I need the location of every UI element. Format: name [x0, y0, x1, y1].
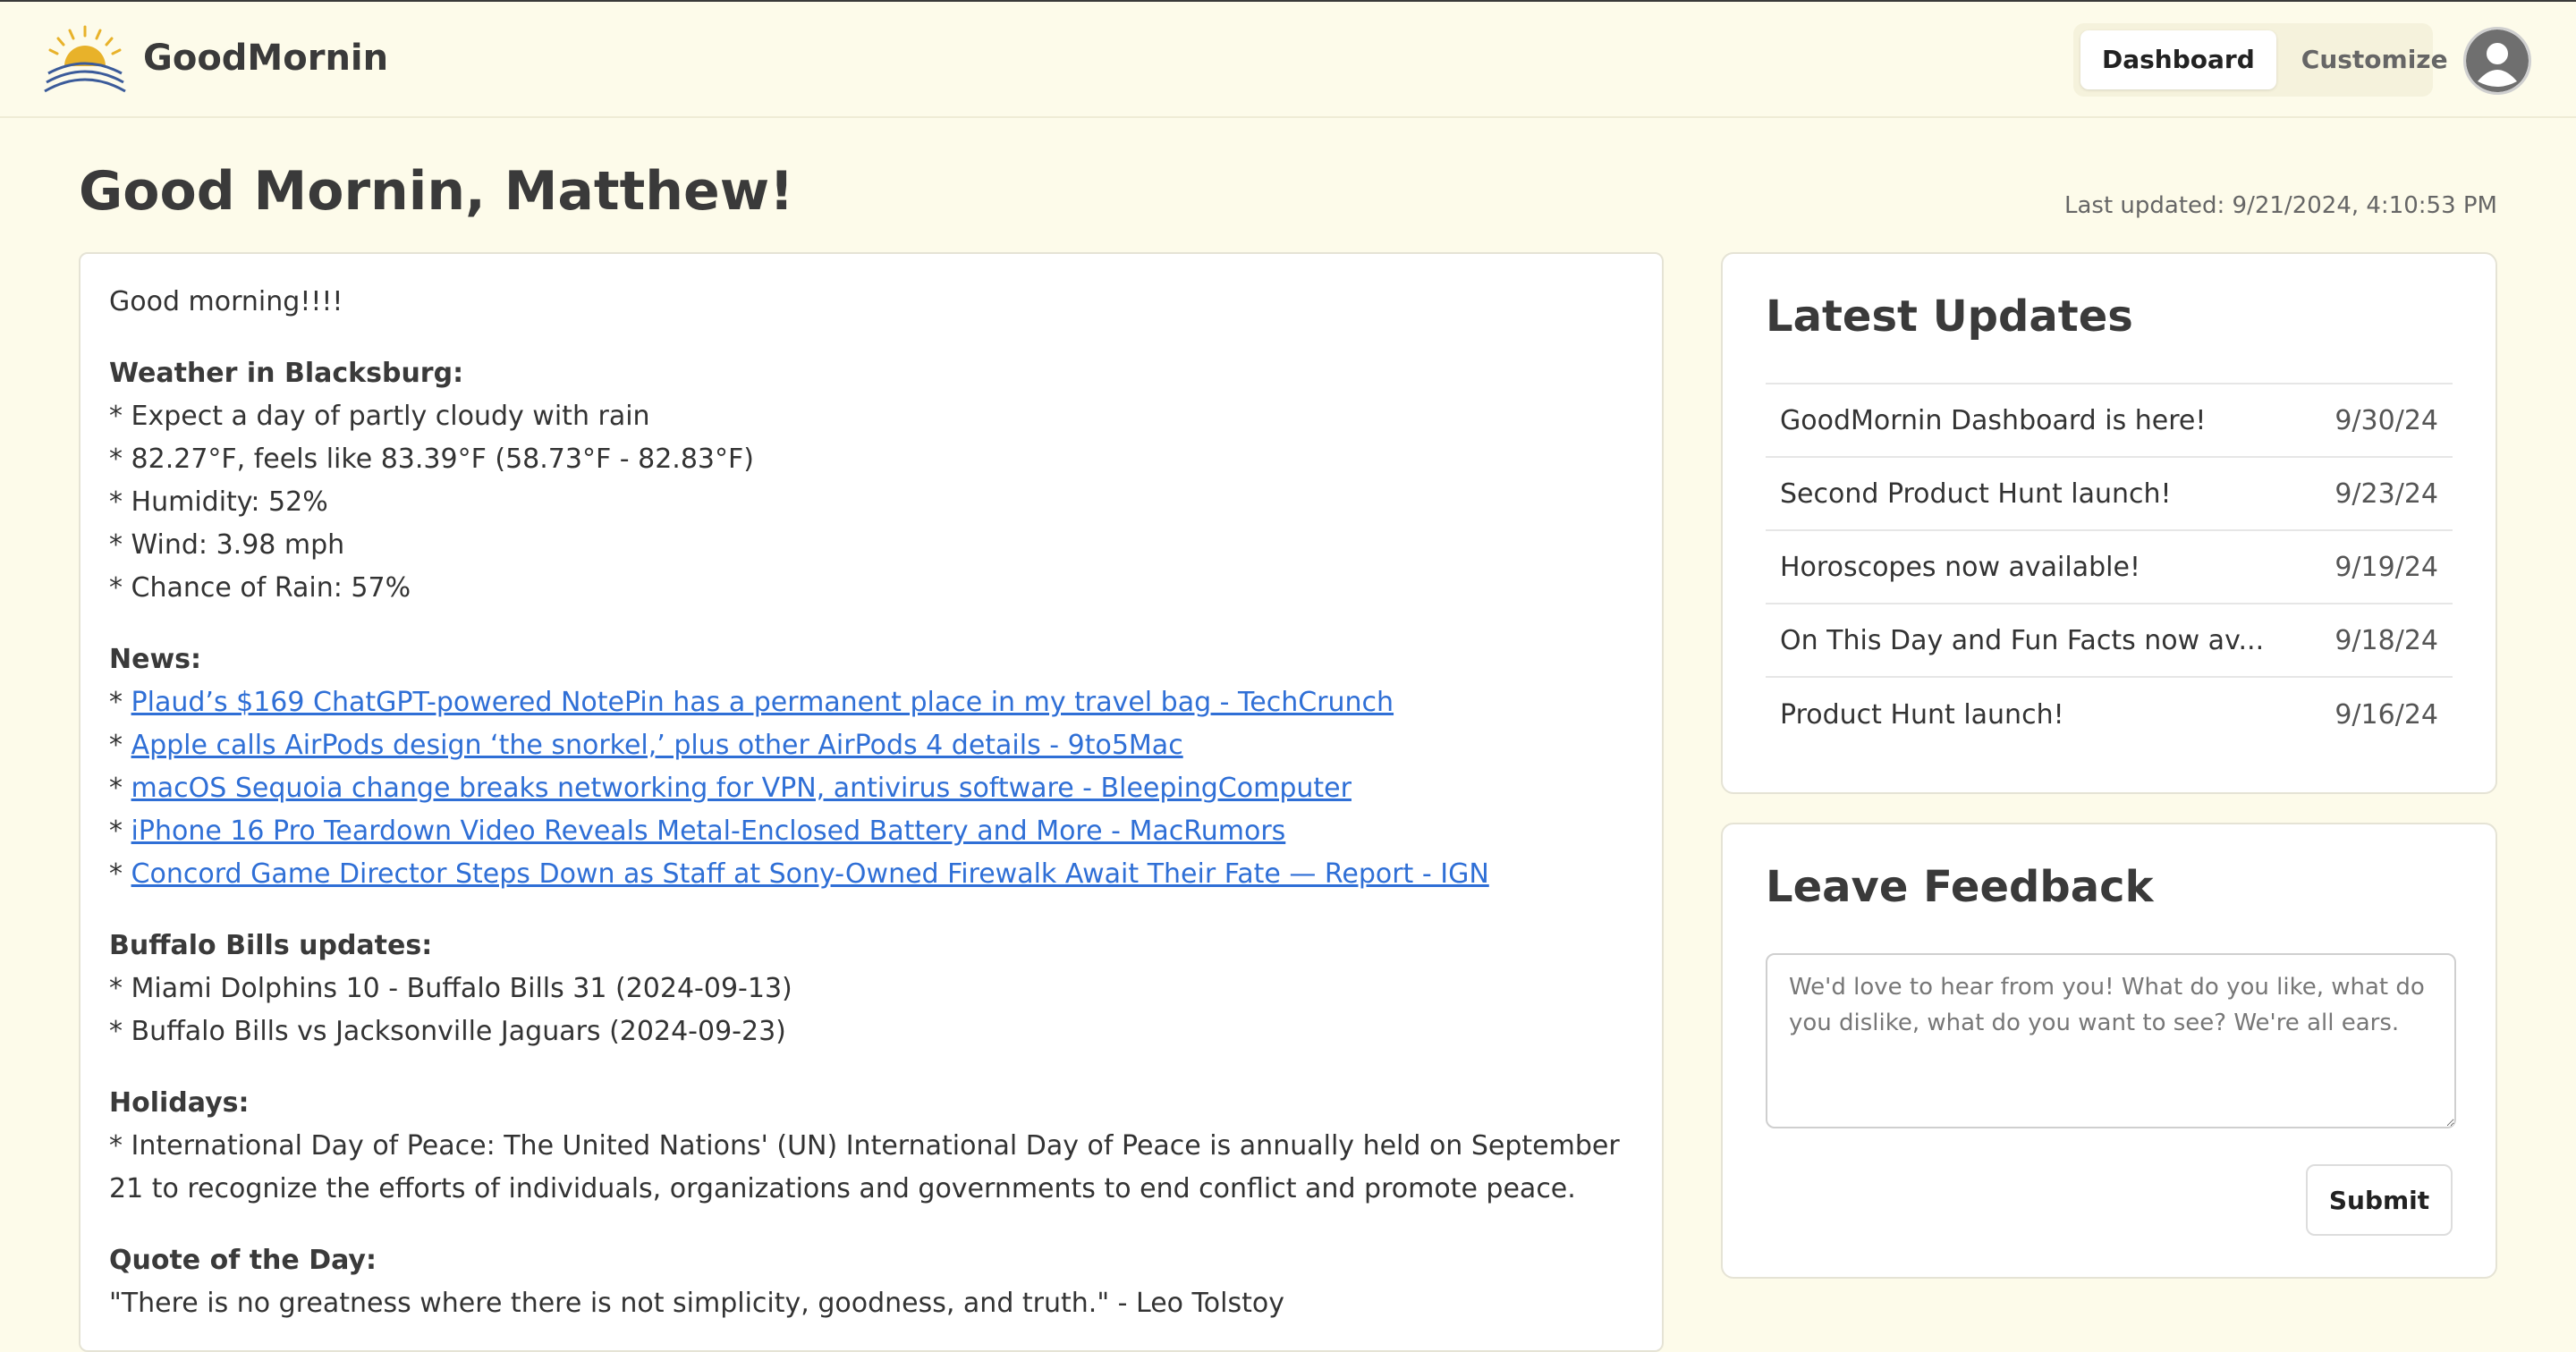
tab-customize[interactable]: Customize: [2280, 30, 2470, 89]
bills-line: * Miami Dolphins 10 - Buffalo Bills 31 (…: [109, 973, 792, 1004]
weather-line: * Wind: 3.98 mph: [109, 529, 345, 561]
brand-name[interactable]: GoodMornin: [143, 36, 388, 80]
holidays-heading: Holidays:: [109, 1087, 250, 1119]
bullet: *: [109, 773, 131, 804]
bullet: *: [109, 687, 131, 718]
update-row[interactable]: GoodMornin Dashboard is here! 9/30/24: [1766, 384, 2453, 458]
weather-section: Weather in Blacksburg: * Expect a day of…: [109, 352, 1633, 610]
news-link[interactable]: Apple calls AirPods design ‘the snorkel,…: [131, 730, 1183, 761]
tab-dashboard[interactable]: Dashboard: [2080, 30, 2276, 89]
news-item: * Concord Game Director Steps Down as St…: [109, 853, 1633, 896]
news-link[interactable]: Concord Game Director Steps Down as Staf…: [131, 858, 1489, 890]
feedback-card: Leave Feedback Submit: [1721, 823, 2497, 1279]
weather-line: * Chance of Rain: 57%: [109, 572, 411, 604]
page-title: Good Mornin, Matthew!: [79, 160, 794, 223]
news-section: News: * Plaud’s $169 ChatGPT-powered Not…: [109, 638, 1633, 896]
update-date: 9/19/24: [2334, 551, 2438, 583]
intro-text: Good morning!!!!: [109, 286, 343, 317]
update-date: 9/18/24: [2334, 624, 2438, 656]
sunrise-logo-icon[interactable]: [43, 23, 127, 98]
last-updated-timestamp: Last updated: 9/21/2024, 4:10:53 PM: [2063, 192, 2497, 219]
update-title: GoodMornin Dashboard is here!: [1780, 404, 2207, 436]
bullet: *: [109, 858, 131, 890]
update-date: 9/23/24: [2334, 477, 2438, 510]
update-title: Product Hunt launch!: [1780, 698, 2064, 731]
news-link[interactable]: iPhone 16 Pro Teardown Video Reveals Met…: [131, 815, 1286, 847]
morning-brief-panel: Good morning!!!! Weather in Blacksburg: …: [79, 252, 1664, 1352]
holidays-section: Holidays: * International Day of Peace: …: [109, 1082, 1633, 1211]
feedback-title: Leave Feedback: [1766, 862, 2154, 912]
quote-heading: Quote of the Day:: [109, 1245, 377, 1276]
news-item: * iPhone 16 Pro Teardown Video Reveals M…: [109, 810, 1633, 853]
weather-line: * Humidity: 52%: [109, 486, 328, 518]
bills-heading: Buffalo Bills updates:: [109, 930, 433, 961]
update-title: Horoscopes now available!: [1780, 551, 2140, 583]
update-row[interactable]: Horoscopes now available! 9/19/24: [1766, 531, 2453, 604]
submit-button[interactable]: Submit: [2306, 1164, 2453, 1236]
latest-updates-title: Latest Updates: [1766, 292, 2133, 342]
bills-section: Buffalo Bills updates: * Miami Dolphins …: [109, 925, 1633, 1053]
weather-heading: Weather in Blacksburg:: [109, 358, 464, 389]
user-avatar-button[interactable]: [2463, 27, 2531, 95]
updates-list: GoodMornin Dashboard is here! 9/30/24 Se…: [1766, 383, 2453, 751]
news-link[interactable]: macOS Sequoia change breaks networking f…: [131, 773, 1352, 804]
latest-updates-card: Latest Updates GoodMornin Dashboard is h…: [1721, 252, 2497, 794]
news-heading: News:: [109, 644, 202, 675]
bullet: *: [109, 815, 131, 847]
bullet: *: [109, 730, 131, 761]
news-item: * Apple calls AirPods design ‘the snorke…: [109, 724, 1633, 767]
top-nav-bar: GoodMornin Dashboard Customize: [0, 2, 2576, 118]
update-row[interactable]: On This Day and Fun Facts now av... 9/18…: [1766, 604, 2453, 678]
holiday-line: * International Day of Peace: The United…: [109, 1130, 1620, 1204]
update-row[interactable]: Second Product Hunt launch! 9/23/24: [1766, 458, 2453, 531]
feedback-textarea[interactable]: [1766, 953, 2456, 1128]
news-item: * macOS Sequoia change breaks networking…: [109, 767, 1633, 810]
bills-line: * Buffalo Bills vs Jacksonville Jaguars …: [109, 1016, 786, 1047]
weather-line: * Expect a day of partly cloudy with rai…: [109, 401, 650, 432]
weather-line: * 82.27°F, feels like 83.39°F (58.73°F -…: [109, 444, 754, 475]
update-date: 9/16/24: [2334, 698, 2438, 731]
quote-text: "There is no greatness where there is no…: [109, 1288, 1284, 1319]
user-avatar-icon: [2466, 30, 2529, 92]
news-link[interactable]: Plaud’s $169 ChatGPT-powered NotePin has…: [131, 687, 1394, 718]
update-row[interactable]: Product Hunt launch! 9/16/24: [1766, 678, 2453, 751]
update-title: Second Product Hunt launch!: [1780, 477, 2172, 510]
update-title: On This Day and Fun Facts now av...: [1780, 624, 2265, 656]
nav-tabs: Dashboard Customize: [2073, 23, 2448, 97]
news-item: * Plaud’s $169 ChatGPT-powered NotePin h…: [109, 681, 1633, 724]
quote-section: Quote of the Day: "There is no greatness…: [109, 1239, 1633, 1325]
update-date: 9/30/24: [2334, 404, 2438, 436]
